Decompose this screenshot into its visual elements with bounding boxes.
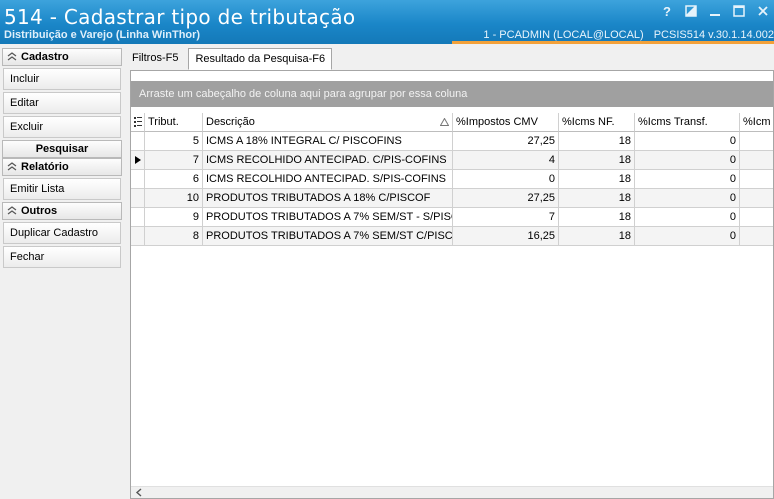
header-descricao-label: Descrição (206, 116, 255, 128)
table-row[interactable]: 8 PRODUTOS TRIBUTADOS A 7% SEM/ST C/PISC… (131, 227, 773, 246)
cell-tribut[interactable]: 8 (145, 227, 203, 246)
cell-truncated[interactable] (740, 208, 773, 227)
version-info: PCSIS514 v.30.1.14.002 (653, 29, 774, 41)
cell-tribut[interactable]: 6 (145, 170, 203, 189)
table-row[interactable]: 9 PRODUTOS TRIBUTADOS A 7% SEM/ST - S/PI… (131, 208, 773, 227)
cell-impostos-cmv[interactable]: 0 (453, 170, 559, 189)
close-icon[interactable] (756, 4, 770, 18)
cell-icms-transf[interactable]: 0 (635, 132, 740, 151)
tab-strip: Filtros-F5 Resultado da Pesquisa-F6 (126, 48, 333, 70)
title-bar: 514 - Cadastrar tipo de tributação Distr… (0, 0, 774, 44)
chevron-up-icon (7, 162, 17, 171)
table-row[interactable]: 5 ICMS A 18% INTEGRAL C/ PISCOFINS 27,25… (131, 132, 773, 151)
cell-icms-nf[interactable]: 18 (559, 170, 635, 189)
table-row[interactable]: 7 ICMS RECOLHIDO ANTECIPAD. C/PIS-COFINS… (131, 151, 773, 170)
cell-tribut[interactable]: 7 (145, 151, 203, 170)
editar-button[interactable]: Editar (3, 92, 121, 114)
main-area: Filtros-F5 Resultado da Pesquisa-F6 Arra… (126, 46, 774, 499)
row-indicator (131, 132, 145, 151)
cell-truncated[interactable] (740, 170, 773, 189)
row-indicator (131, 189, 145, 208)
cell-icms-nf[interactable]: 18 (559, 227, 635, 246)
emitir-lista-button[interactable]: Emitir Lista (3, 178, 121, 200)
cell-icms-nf[interactable]: 18 (559, 189, 635, 208)
cell-icms-nf[interactable]: 18 (559, 132, 635, 151)
section-title-outros: Outros (21, 205, 58, 217)
column-chooser-icon[interactable] (131, 113, 145, 132)
window-title: 514 - Cadastrar tipo de tributação (4, 5, 356, 29)
incluir-button[interactable]: Incluir (3, 68, 121, 90)
header-impostos-cmv[interactable]: %Impostos CMV (453, 113, 559, 132)
cell-icms-transf[interactable]: 0 (635, 170, 740, 189)
cell-icms-nf[interactable]: 18 (559, 208, 635, 227)
current-row-arrow-icon (131, 151, 145, 170)
section-title-relatorio: Relatório (21, 161, 69, 173)
cell-descricao[interactable]: PRODUTOS TRIBUTADOS A 7% SEM/ST - S/PISC (203, 208, 453, 227)
pesquisar-button[interactable]: Pesquisar (2, 140, 122, 158)
cell-tribut[interactable]: 10 (145, 189, 203, 208)
grid-header: Tribut. Descrição %Impostos CMV %Icms NF… (131, 113, 773, 132)
cell-icms-transf[interactable]: 0 (635, 227, 740, 246)
cell-impostos-cmv[interactable]: 16,25 (453, 227, 559, 246)
table-row[interactable]: 6 ICMS RECOLHIDO ANTECIPAD. S/PIS-COFINS… (131, 170, 773, 189)
header-icms-nf[interactable]: %Icms NF. (559, 113, 635, 132)
section-title-cadastro: Cadastro (21, 51, 69, 63)
cell-truncated[interactable] (740, 151, 773, 170)
row-indicator (131, 208, 145, 227)
cell-icms-nf[interactable]: 18 (559, 151, 635, 170)
cell-truncated[interactable] (740, 132, 773, 151)
cell-tribut[interactable]: 5 (145, 132, 203, 151)
cell-truncated[interactable] (740, 227, 773, 246)
header-tribut[interactable]: Tribut. (145, 113, 203, 132)
cell-impostos-cmv[interactable]: 27,25 (453, 132, 559, 151)
cell-descricao[interactable]: PRODUTOS TRIBUTADOS A 18% C/PISCOF (203, 189, 453, 208)
accent-line (452, 41, 774, 44)
duplicar-cadastro-button[interactable]: Duplicar Cadastro (3, 222, 121, 244)
cell-icms-transf[interactable]: 0 (635, 208, 740, 227)
tab-filtros[interactable]: Filtros-F5 (126, 48, 184, 68)
fechar-button[interactable]: Fechar (3, 246, 121, 268)
results-panel: Arraste um cabeçalho de coluna aqui para… (130, 70, 774, 499)
cell-impostos-cmv[interactable]: 7 (453, 208, 559, 227)
group-by-panel[interactable]: Arraste um cabeçalho de coluna aqui para… (131, 81, 773, 107)
header-descricao[interactable]: Descrição (203, 113, 453, 132)
cell-icms-transf[interactable]: 0 (635, 189, 740, 208)
pesquisar-label: Pesquisar (35, 143, 89, 155)
section-header-relatorio[interactable]: Relatório (2, 158, 122, 176)
tab-resultado[interactable]: Resultado da Pesquisa-F6 (188, 48, 333, 70)
section-header-outros[interactable]: Outros (2, 202, 122, 220)
status-info: 1 - PCADMIN (LOCAL@LOCAL) PCSIS514 v.30.1… (483, 29, 774, 41)
results-grid: Tribut. Descrição %Impostos CMV %Icms NF… (131, 113, 773, 246)
sidebar: Cadastro Incluir Editar Excluir Pesquisa… (0, 46, 124, 499)
cell-truncated[interactable] (740, 189, 773, 208)
sort-ascending-icon (440, 118, 449, 126)
help-button[interactable]: ? (660, 4, 674, 19)
cell-icms-transf[interactable]: 0 (635, 151, 740, 170)
row-indicator (131, 227, 145, 246)
cell-impostos-cmv[interactable]: 4 (453, 151, 559, 170)
table-row[interactable]: 10 PRODUTOS TRIBUTADOS A 18% C/PISCOF 27… (131, 189, 773, 208)
window-controls: ? (660, 4, 770, 19)
chevron-up-icon (7, 206, 17, 215)
cell-descricao[interactable]: ICMS RECOLHIDO ANTECIPAD. S/PIS-COFINS (203, 170, 453, 189)
chevron-up-icon (7, 52, 17, 61)
minimize-icon[interactable] (708, 4, 722, 18)
scroll-left-icon[interactable] (135, 488, 143, 497)
section-header-cadastro[interactable]: Cadastro (2, 48, 122, 66)
user-info: 1 - PCADMIN (LOCAL@LOCAL) (483, 29, 644, 41)
row-indicator (131, 170, 145, 189)
cell-descricao[interactable]: ICMS RECOLHIDO ANTECIPAD. C/PIS-COFINS (203, 151, 453, 170)
excluir-button[interactable]: Excluir (3, 116, 121, 138)
restore-icon[interactable] (684, 4, 698, 18)
cell-descricao[interactable]: ICMS A 18% INTEGRAL C/ PISCOFINS (203, 132, 453, 151)
header-icms-transf[interactable]: %Icms Transf. (635, 113, 740, 132)
cell-impostos-cmv[interactable]: 27,25 (453, 189, 559, 208)
window-subtitle: Distribuição e Varejo (Linha WinThor) (4, 29, 201, 41)
maximize-icon[interactable] (732, 4, 746, 18)
horizontal-scrollbar[interactable] (131, 486, 773, 498)
cell-descricao[interactable]: PRODUTOS TRIBUTADOS A 7% SEM/ST C/PISCOF (203, 227, 453, 246)
cell-tribut[interactable]: 9 (145, 208, 203, 227)
header-icms-truncated[interactable]: %Icm (740, 113, 773, 132)
